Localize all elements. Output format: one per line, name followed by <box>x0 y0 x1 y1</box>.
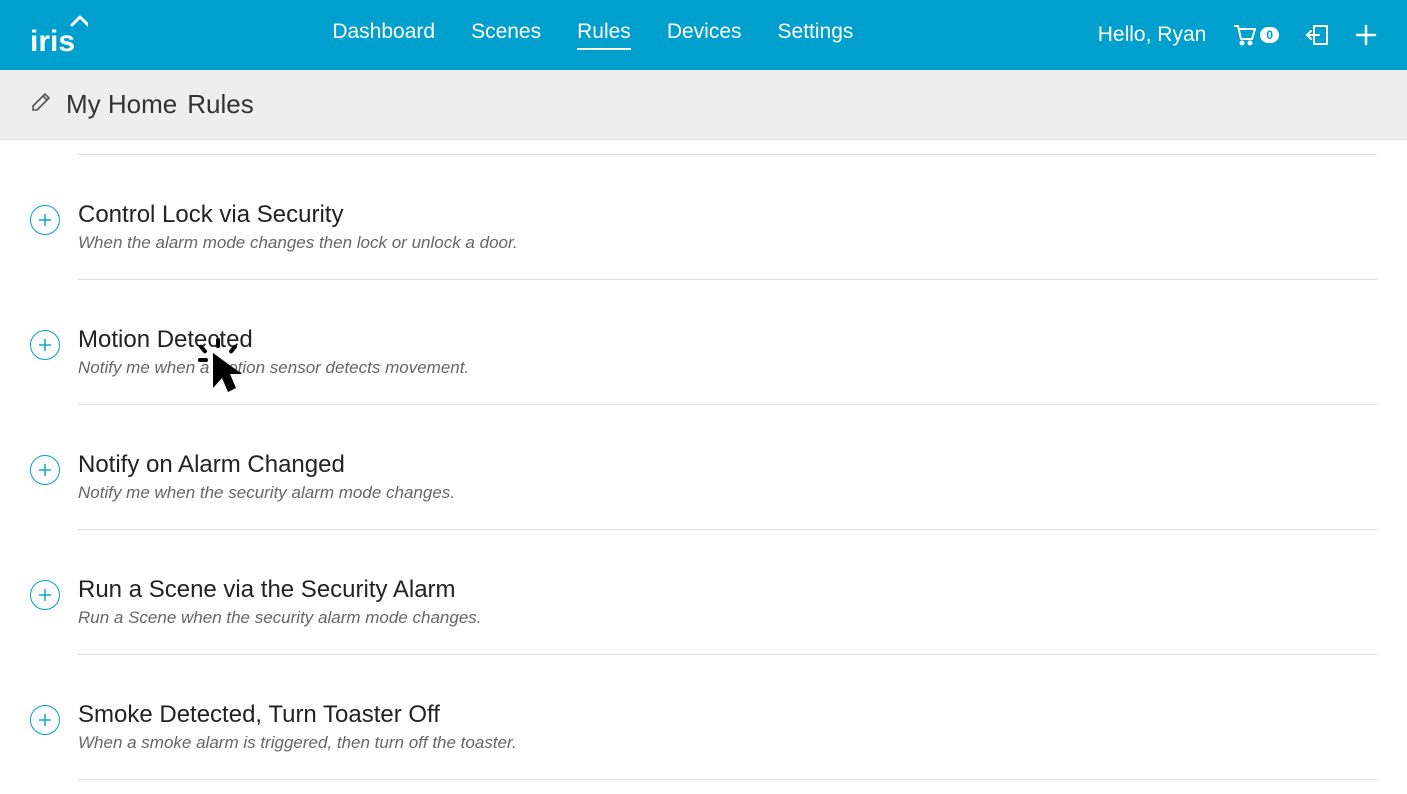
rule-title: Smoke Detected, Turn Toaster Off <box>78 701 1377 729</box>
iris-logo[interactable]: iris <box>30 13 88 57</box>
rule-row[interactable]: Control Lock via Security When the alarm… <box>30 155 1377 280</box>
add-button[interactable] <box>1355 24 1377 46</box>
header-right: Hello, Ryan 0 <box>1098 23 1377 47</box>
plus-icon <box>38 213 52 227</box>
rule-title: Control Lock via Security <box>78 201 1377 229</box>
rule-row[interactable]: Motion Detected Notify me when a motion … <box>30 280 1377 405</box>
add-rule-button[interactable] <box>30 705 60 735</box>
nav-dashboard[interactable]: Dashboard <box>332 20 435 50</box>
cart-icon <box>1232 24 1256 46</box>
cart-count-badge: 0 <box>1260 27 1279 43</box>
plus-icon <box>38 463 52 477</box>
nav-scenes[interactable]: Scenes <box>471 20 541 50</box>
plus-icon <box>38 713 52 727</box>
logout-button[interactable] <box>1305 24 1329 46</box>
breadcrumb-home[interactable]: My Home <box>66 89 177 120</box>
rule-title: Run a Scene via the Security Alarm <box>78 576 1377 604</box>
rules-content: When the security alarm mode changes, th… <box>0 140 1407 794</box>
rule-row[interactable]: Notify on Alarm Changed Notify me when t… <box>30 405 1377 530</box>
rule-description: When the alarm mode changes then lock or… <box>78 233 1377 253</box>
rule-row[interactable]: Run a Scene via the Security Alarm Run a… <box>30 530 1377 655</box>
rules-list: When the security alarm mode changes, th… <box>30 140 1377 780</box>
rule-description: Run a Scene when the security alarm mode… <box>78 608 1377 628</box>
nav-devices[interactable]: Devices <box>667 20 742 50</box>
plus-icon <box>1355 24 1377 46</box>
breadcrumb-bar: My Home Rules <box>0 70 1407 140</box>
add-rule-button[interactable] <box>30 580 60 610</box>
logout-icon <box>1305 24 1329 46</box>
rule-description: Notify me when the security alarm mode c… <box>78 483 1377 503</box>
plus-icon <box>38 338 52 352</box>
top-navigation: iris Dashboard Scenes Rules Devices Sett… <box>0 0 1407 70</box>
svg-text:iris: iris <box>30 25 75 57</box>
breadcrumb: My Home Rules <box>66 89 254 120</box>
nav-settings[interactable]: Settings <box>778 20 854 50</box>
add-rule-button[interactable] <box>30 455 60 485</box>
rule-row[interactable]: When the security alarm mode changes, th… <box>30 140 1377 155</box>
main-nav: Dashboard Scenes Rules Devices Settings <box>88 20 1098 50</box>
nav-rules[interactable]: Rules <box>577 20 631 50</box>
cart-button[interactable]: 0 <box>1232 24 1279 46</box>
pencil-icon <box>30 91 52 113</box>
add-rule-button[interactable] <box>30 330 60 360</box>
rule-description: When a smoke alarm is triggered, then tu… <box>78 733 1377 753</box>
breadcrumb-page: Rules <box>187 89 253 120</box>
plus-icon <box>38 588 52 602</box>
rule-title: Notify on Alarm Changed <box>78 451 1377 479</box>
rule-row[interactable]: Smoke Detected, Turn Toaster Off When a … <box>30 655 1377 780</box>
rule-description: Notify me when a motion sensor detects m… <box>78 358 1377 378</box>
rule-title: Motion Detected <box>78 326 1377 354</box>
add-rule-button[interactable] <box>30 205 60 235</box>
user-greeting: Hello, Ryan <box>1098 23 1207 47</box>
edit-home-button[interactable] <box>30 91 52 118</box>
